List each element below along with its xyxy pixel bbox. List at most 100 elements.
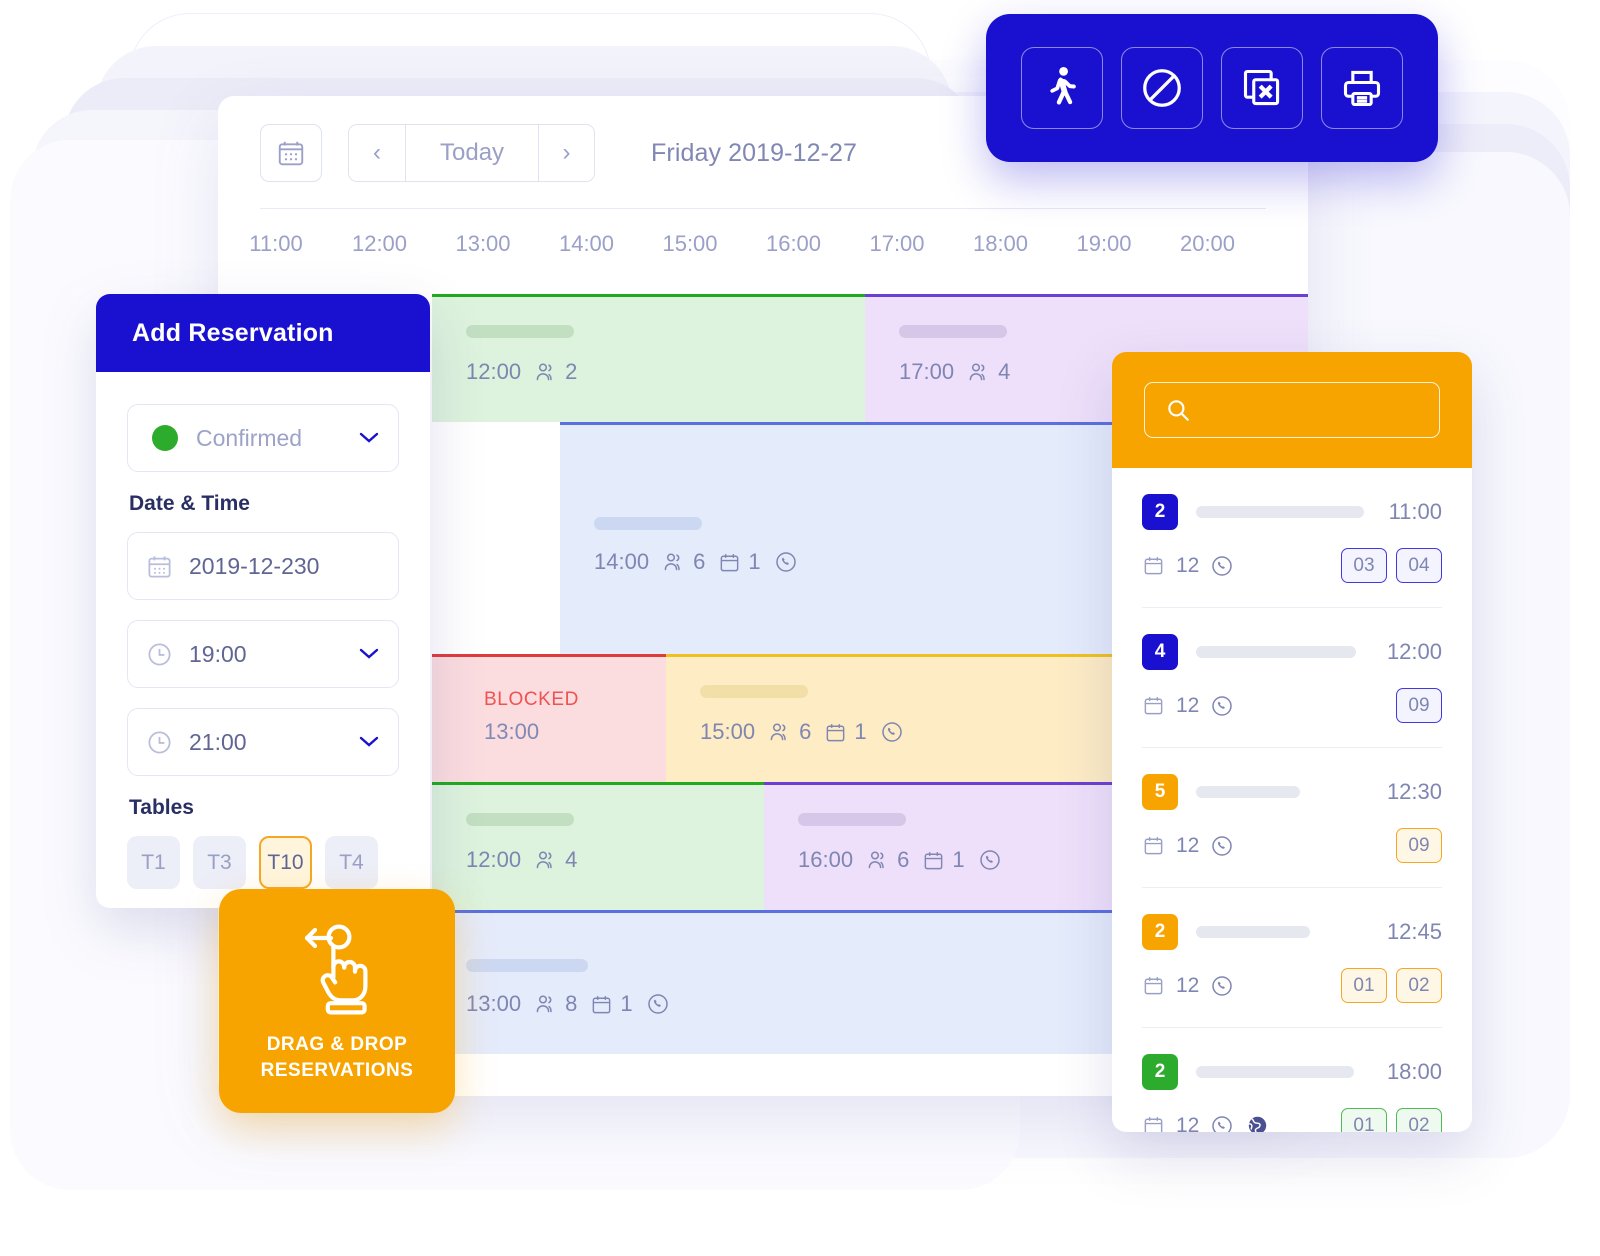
table-badge[interactable]: 01 — [1341, 968, 1387, 1003]
list-item-meta: 12 03 04 — [1142, 548, 1442, 583]
calendar-icon — [276, 138, 306, 168]
list-item-header: 5 12:30 — [1142, 774, 1442, 810]
time-from-field[interactable]: 19:00 — [127, 620, 399, 688]
table-badge[interactable]: 02 — [1396, 968, 1442, 1003]
time-axis-label: 12:00 — [351, 231, 408, 256]
list-item[interactable]: 2 11:00 12 03 04 — [1142, 468, 1442, 608]
table-badge[interactable]: 04 — [1396, 548, 1442, 583]
drag-drop-badge: DRAG & DROP RESERVATIONS — [219, 889, 455, 1113]
guest-name-redacted — [1196, 926, 1310, 938]
time-axis-label: 18:00 — [972, 231, 1029, 256]
visit-count: 12 — [1176, 553, 1200, 577]
print-button[interactable] — [1321, 47, 1403, 129]
reservation-time: 16:00 — [798, 847, 854, 872]
phone-icon — [978, 848, 1002, 872]
table-badge[interactable]: 09 — [1396, 828, 1442, 863]
party-size-badge: 2 — [1142, 914, 1178, 950]
people-icon — [534, 848, 558, 872]
table-badge-group: 09 — [1396, 828, 1442, 863]
list-item-header: 4 12:00 — [1142, 634, 1442, 670]
visit-count: 12 — [1176, 833, 1200, 857]
time-to-field[interactable]: 21:00 — [127, 708, 399, 776]
people-icon — [866, 848, 890, 872]
list-item[interactable]: 2 12:45 12 01 02 — [1142, 888, 1442, 1028]
list-item[interactable]: 4 12:00 12 09 — [1142, 608, 1442, 748]
table-badge[interactable]: 03 — [1341, 548, 1387, 583]
guest-name-redacted — [1196, 1066, 1354, 1078]
reservation-meta: 16:00 6 1 — [798, 847, 1002, 873]
visit-count: 12 — [1176, 1113, 1200, 1133]
status-value: Confirmed — [196, 424, 303, 451]
table-badge[interactable]: 09 — [1396, 688, 1442, 723]
list-item-meta: 12 09 — [1142, 828, 1442, 863]
blocked-slot[interactable]: BLOCKED 13:00 — [432, 654, 666, 782]
phone-icon — [1210, 1114, 1234, 1132]
status-dot-icon — [152, 425, 178, 451]
list-item[interactable]: 2 18:00 12 01 02 — [1142, 1028, 1442, 1132]
party-size-badge: 2 — [1142, 494, 1178, 530]
guest-name-redacted — [1196, 646, 1356, 658]
table-badge[interactable]: 01 — [1341, 1108, 1387, 1132]
calendar-icon — [590, 993, 613, 1016]
reservation-time: 12:30 — [1386, 779, 1442, 804]
calendar-icon — [922, 849, 945, 872]
table-badge[interactable]: 02 — [1396, 1108, 1442, 1132]
table-chip-t1[interactable]: T1 — [127, 836, 180, 889]
walk-in-button[interactable] — [1021, 47, 1103, 129]
reservation-block[interactable]: 12:00 4 — [432, 782, 764, 910]
block-button[interactable] — [1121, 47, 1203, 129]
calendar-icon — [1142, 1114, 1165, 1132]
reservation-meta: 12:00 4 — [466, 847, 577, 873]
phone-icon — [1210, 554, 1234, 578]
table-chip-t3[interactable]: T3 — [193, 836, 246, 889]
table-count: 1 — [824, 719, 867, 745]
table-count: 1 — [590, 991, 633, 1017]
calendar-icon — [1142, 694, 1165, 717]
clock-icon — [146, 729, 173, 756]
globe-icon — [1245, 1113, 1270, 1132]
table-chip-t10[interactable]: T10 — [259, 836, 312, 889]
search-input[interactable] — [1144, 382, 1440, 438]
party-size-badge: 4 — [1142, 634, 1178, 670]
clock-icon — [146, 641, 173, 668]
reservation-time: 12:45 — [1386, 919, 1442, 944]
calendar-icon — [718, 551, 741, 574]
guest-count: 4 — [967, 359, 1010, 385]
close-window-button[interactable] — [1221, 47, 1303, 129]
guest-name-redacted — [798, 813, 906, 826]
reservation-meta: 14:00 6 1 — [594, 549, 798, 575]
chevron-down-icon — [358, 427, 380, 450]
prev-day-button[interactable]: ‹ — [349, 125, 405, 181]
calendar-picker-button[interactable] — [260, 124, 322, 182]
next-day-button[interactable]: › — [538, 125, 595, 181]
phone-icon — [646, 992, 670, 1016]
guest-count: 6 — [768, 719, 811, 745]
table-chip-t4[interactable]: T4 — [325, 836, 378, 889]
today-button[interactable]: Today — [405, 125, 539, 181]
reservation-meta: 13:00 8 1 — [466, 991, 670, 1017]
action-toolbar — [986, 14, 1438, 162]
date-field[interactable]: 2019-12-230 — [127, 532, 399, 600]
list-item[interactable]: 5 12:30 12 09 — [1142, 748, 1442, 888]
guest-name-redacted — [466, 959, 588, 972]
people-icon — [662, 550, 686, 574]
search-icon — [1165, 397, 1191, 423]
people-icon — [534, 992, 558, 1016]
guest-count: 4 — [534, 847, 577, 873]
people-icon — [768, 720, 792, 744]
reservation-block[interactable]: 12:00 2 — [432, 294, 865, 422]
app-stage: ‹ Today › Friday 2019-12-27 11:00 12:00 13… — [0, 0, 1600, 1256]
chevron-down-icon — [358, 643, 380, 666]
reservation-time: 15:00 — [700, 719, 756, 744]
block-icon — [1139, 65, 1185, 111]
blocked-time: 13:00 — [484, 719, 540, 744]
list-item-meta: 12 09 — [1142, 688, 1442, 723]
guest-count: 6 — [662, 549, 705, 575]
list-item-meta: 12 01 02 — [1142, 968, 1442, 1003]
table-count: 1 — [718, 549, 761, 575]
table-badge-group: 01 02 — [1341, 968, 1442, 1003]
list-item-meta: 12 01 02 — [1142, 1108, 1442, 1132]
phone-icon — [1210, 694, 1234, 718]
status-select[interactable]: Confirmed — [127, 404, 399, 472]
reservation-time: 13:00 — [466, 991, 522, 1016]
